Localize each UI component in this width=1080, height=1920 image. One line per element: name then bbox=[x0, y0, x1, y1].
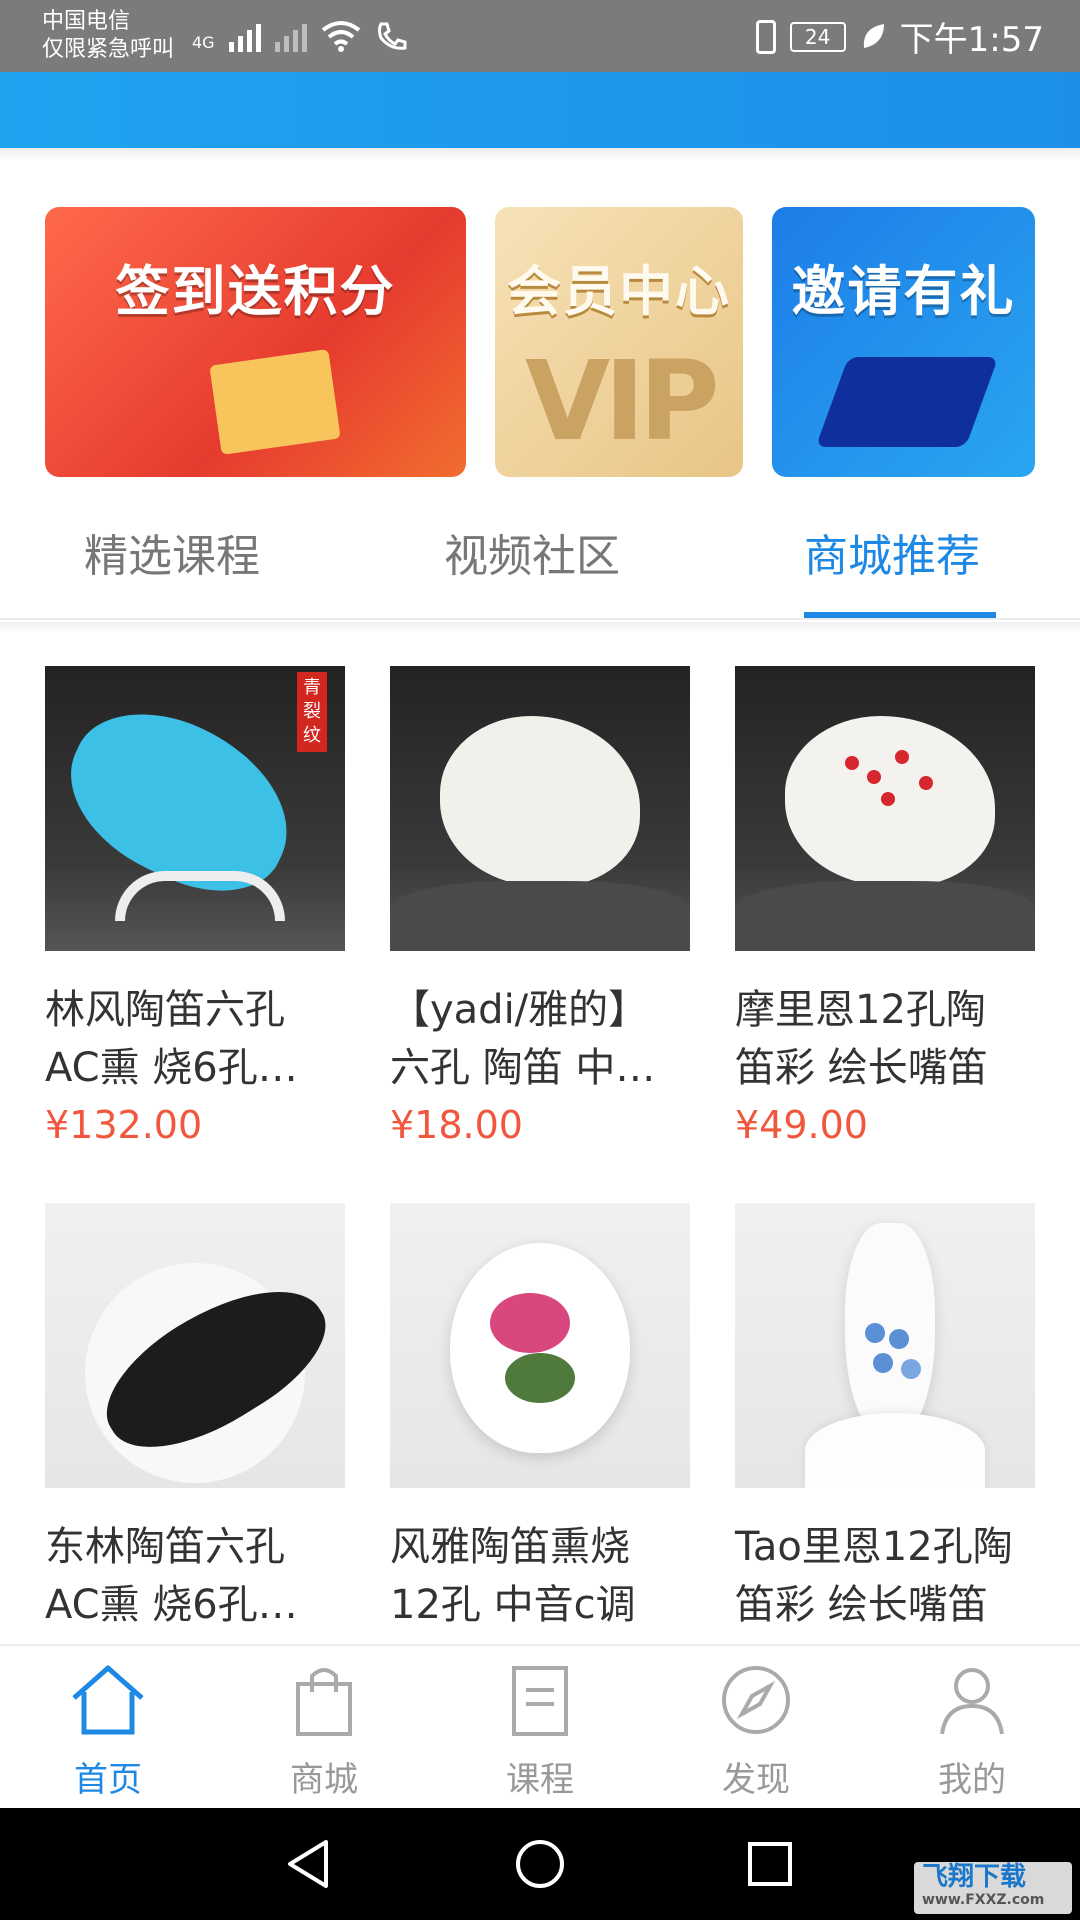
nav-label: 发现 bbox=[722, 1760, 790, 1800]
home-circle-icon[interactable] bbox=[514, 1838, 566, 1890]
wifi-icon bbox=[321, 21, 360, 52]
product-image bbox=[390, 1203, 690, 1488]
product-card[interactable]: 风雅陶笛熏烧 12孔 中音c调 bbox=[390, 1203, 690, 1634]
nav-discover[interactable]: 发现 bbox=[648, 1660, 864, 1810]
status-bar: 中国电信 仅限紧急呼叫 4G 24 下午1:57 bbox=[0, 0, 1080, 72]
product-title: 风雅陶笛熏烧 12孔 中音c调 bbox=[390, 1524, 636, 1628]
product-card[interactable]: 摩里恩12孔陶 笛彩 绘长嘴笛 ¥49.00 bbox=[735, 666, 1035, 1147]
nav-label: 商城 bbox=[290, 1760, 358, 1800]
product-card[interactable]: Tao里恩12孔陶 笛彩 绘长嘴笛 bbox=[735, 1203, 1035, 1634]
product-title: 【yadi/雅的】 六孔 陶笛 中… bbox=[390, 987, 656, 1091]
product-image bbox=[390, 666, 690, 951]
product-title: 摩里恩12孔陶 笛彩 绘长嘴笛 bbox=[735, 987, 988, 1091]
calendar-gift-illustration bbox=[209, 349, 341, 455]
isometric-phone-illustration bbox=[815, 357, 999, 447]
carrier-name: 中国电信 bbox=[42, 9, 131, 34]
signal-icon bbox=[228, 18, 261, 52]
product-price: ¥49.00 bbox=[735, 1103, 868, 1147]
watermark-title: 飞翔下载 bbox=[922, 1862, 1027, 1892]
banner-label: 签到送积分 bbox=[115, 260, 396, 323]
compass-icon bbox=[722, 1666, 790, 1734]
nav-home[interactable]: 首页 bbox=[0, 1660, 216, 1810]
call-icon bbox=[377, 22, 407, 50]
nav-shop[interactable]: 商城 bbox=[216, 1660, 432, 1810]
product-title: Tao里恩12孔陶 笛彩 绘长嘴笛 bbox=[735, 1524, 1013, 1628]
product-price: ¥18.00 bbox=[390, 1103, 523, 1147]
product-title: 林风陶笛六孔 AC熏 烧6孔… bbox=[45, 987, 298, 1091]
home-icon bbox=[72, 1665, 144, 1735]
clock: 下午1:57 bbox=[899, 20, 1044, 60]
product-card[interactable]: 青裂纹 林风陶笛六孔 AC熏 烧6孔… ¥132.00 bbox=[45, 666, 345, 1147]
product-card[interactable]: 【yadi/雅的】 六孔 陶笛 中… ¥18.00 bbox=[390, 666, 690, 1147]
category-tabs: 精选课程 视频社区 商城推荐 bbox=[0, 510, 1080, 620]
watermark-logo: 飞翔下载 www.FXXZ.com bbox=[914, 1862, 1072, 1914]
battery-icon: 24 bbox=[789, 21, 846, 52]
carrier-status: 仅限紧急呼叫 bbox=[42, 37, 175, 62]
no-signal-icon bbox=[274, 18, 307, 52]
banner-invite-gift[interactable]: 邀请有礼 bbox=[772, 207, 1035, 477]
banner-label: 邀请有礼 bbox=[791, 260, 1016, 323]
vibrate-icon bbox=[755, 19, 776, 54]
shopping-bag-icon bbox=[296, 1668, 352, 1736]
bottom-navigation: 首页 商城 课程 发现 我的 bbox=[0, 1644, 1080, 1808]
user-icon bbox=[940, 1668, 1004, 1735]
network-type: 4G bbox=[192, 33, 215, 52]
tab-video-community[interactable]: 视频社区 bbox=[444, 520, 620, 584]
carrier-info: 中国电信 仅限紧急呼叫 bbox=[42, 8, 174, 64]
product-title: 东林陶笛六孔 AC熏 烧6孔… bbox=[45, 1524, 298, 1628]
product-image bbox=[735, 666, 1035, 951]
product-image bbox=[45, 1203, 345, 1488]
tab-shop-recommend[interactable]: 商城推荐 bbox=[804, 520, 980, 584]
leaf-icon bbox=[863, 23, 884, 48]
nav-label: 我的 bbox=[938, 1760, 1006, 1800]
active-tab-indicator bbox=[804, 612, 996, 618]
product-card[interactable]: 东林陶笛六孔 AC熏 烧6孔… bbox=[45, 1203, 345, 1634]
tabs-shadow bbox=[0, 622, 1080, 632]
product-stamp: 青裂纹 bbox=[297, 672, 327, 752]
banner-member-center[interactable]: 会员中心 VIP bbox=[495, 207, 743, 477]
banner-signin-points[interactable]: 签到送积分 bbox=[45, 207, 466, 477]
document-icon bbox=[512, 1666, 568, 1736]
nav-profile[interactable]: 我的 bbox=[864, 1660, 1080, 1810]
recents-icon[interactable] bbox=[746, 1838, 794, 1890]
app-header bbox=[0, 72, 1080, 148]
watermark-url: www.FXXZ.com bbox=[922, 1892, 1045, 1908]
product-price: ¥132.00 bbox=[45, 1103, 203, 1147]
vip-graphic: VIP bbox=[525, 337, 720, 465]
status-right: 24 下午1:57 bbox=[755, 12, 1044, 61]
back-icon[interactable] bbox=[284, 1838, 334, 1890]
header-shadow bbox=[0, 148, 1080, 160]
banner-label: 会员中心 bbox=[507, 260, 731, 323]
product-image bbox=[735, 1203, 1035, 1488]
nav-courses[interactable]: 课程 bbox=[432, 1660, 648, 1810]
product-image: 青裂纹 bbox=[45, 666, 345, 951]
nav-label: 首页 bbox=[74, 1760, 142, 1800]
nav-label: 课程 bbox=[506, 1760, 574, 1800]
signal-icons: 4G bbox=[192, 18, 409, 52]
tab-featured-courses[interactable]: 精选课程 bbox=[84, 520, 260, 584]
